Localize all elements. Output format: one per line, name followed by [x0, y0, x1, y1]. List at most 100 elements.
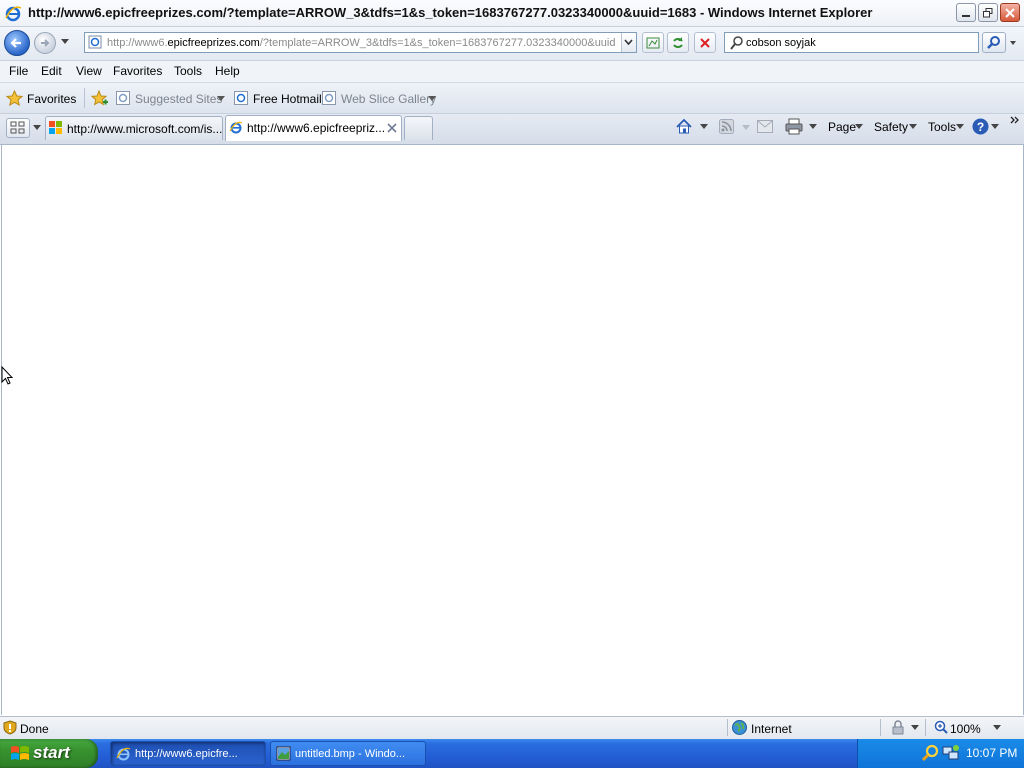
compatibility-view-button[interactable] — [642, 32, 664, 53]
back-button[interactable] — [4, 30, 30, 56]
chevron-down-icon[interactable] — [909, 124, 917, 130]
address-url[interactable]: http://www6.epicfreeprizes.com/?template… — [107, 37, 619, 49]
compatibility-icon — [646, 37, 660, 48]
add-to-favorites-icon[interactable] — [91, 90, 109, 107]
print-dropdown-icon[interactable] — [809, 124, 817, 130]
refresh-button[interactable] — [667, 32, 689, 53]
chevron-down-icon[interactable] — [855, 124, 863, 130]
help-icon[interactable]: ? — [972, 118, 989, 135]
zoom-level[interactable]: 100% — [950, 722, 981, 736]
minimize-button[interactable] — [956, 3, 976, 22]
url-rest: /?template=ARROW_3&tdfs=1&s_token=168376… — [259, 37, 616, 49]
taskbar-button-paint[interactable]: untitled.bmp - Windo... — [270, 741, 426, 766]
read-mail-icon[interactable] — [757, 120, 773, 133]
hotmail-icon — [234, 91, 248, 105]
stop-x-icon — [700, 37, 710, 48]
back-arrow-icon — [10, 38, 21, 48]
search-button[interactable] — [982, 32, 1006, 53]
start-label: start — [33, 743, 70, 762]
mouse-cursor-icon — [1, 366, 14, 385]
page-menu[interactable]: Page — [828, 120, 856, 134]
favorites-item-suggested-sites[interactable]: Suggested Sites — [135, 92, 222, 106]
ie-logo-icon — [5, 6, 22, 22]
status-text: Done — [20, 722, 49, 736]
ie-page-icon — [229, 121, 243, 134]
url-domain: epicfreeprizes.com — [167, 37, 260, 49]
menu-edit[interactable]: Edit — [41, 64, 62, 78]
favorites-divider — [84, 88, 85, 108]
feeds-icon[interactable] — [719, 119, 734, 134]
status-divider — [727, 719, 728, 736]
chevron-down-icon[interactable] — [956, 124, 964, 130]
menu-file[interactable]: File — [9, 64, 28, 78]
zoom-icon — [934, 720, 948, 734]
search-provider-icon — [730, 36, 743, 50]
taskbar-clock: 10:07 PM — [966, 746, 1018, 760]
status-bar — [0, 716, 1024, 740]
chevron-down-icon — [624, 39, 633, 46]
page-icon — [88, 35, 102, 49]
menu-help[interactable]: Help — [215, 64, 240, 78]
svg-text:?: ? — [977, 120, 984, 134]
windows-flag-icon — [11, 746, 29, 760]
magnifier-icon — [987, 36, 1000, 49]
page-content[interactable] — [1, 145, 1024, 715]
paint-icon — [276, 746, 291, 761]
search-query[interactable]: cobson soyjak — [746, 37, 816, 49]
quick-tabs-button[interactable] — [6, 118, 30, 138]
windows-logo-icon — [49, 121, 62, 134]
tab-epicfreeprizes[interactable]: http://www6.epicfreepriz... — [225, 115, 402, 141]
close-icon — [1005, 7, 1015, 18]
chevron-right-icon[interactable] — [1010, 115, 1020, 125]
close-button[interactable] — [1000, 3, 1020, 22]
tab-label: http://www6.epicfreepriz... — [247, 121, 386, 135]
tab-microsoft[interactable]: http://www.microsoft.com/is... — [45, 116, 223, 140]
chevron-down-icon[interactable] — [217, 96, 225, 102]
refresh-icon — [673, 36, 683, 48]
recent-pages-dropdown-icon[interactable] — [60, 38, 70, 46]
favorites-item-web-slice-gallery[interactable]: Web Slice Gallery — [341, 92, 436, 106]
restore-icon — [983, 7, 993, 17]
help-dropdown-icon[interactable] — [991, 124, 999, 130]
security-shield-icon — [3, 720, 17, 735]
new-tab-button[interactable] — [404, 116, 433, 140]
web-slice-icon — [322, 91, 336, 105]
taskbar-button-label: untitled.bmp - Windo... — [295, 748, 406, 760]
protected-mode-icon[interactable] — [890, 720, 908, 735]
security-zone[interactable]: Internet — [751, 722, 792, 736]
home-icon[interactable] — [675, 118, 693, 135]
minimize-icon — [962, 14, 970, 17]
url-prefix: http://www6. — [107, 37, 168, 49]
favorites-item-free-hotmail[interactable]: Free Hotmail — [253, 92, 322, 106]
print-icon[interactable] — [785, 118, 803, 135]
favorites-star-icon — [6, 90, 23, 107]
forward-button[interactable] — [34, 32, 56, 54]
search-options-dropdown-icon[interactable] — [1007, 32, 1019, 53]
taskbar-button-label: http://www6.epicfre... — [135, 748, 238, 760]
address-dropdown-button[interactable] — [621, 33, 636, 52]
menu-tools[interactable]: Tools — [174, 64, 202, 78]
window-title: http://www6.epicfreeprizes.com/?template… — [28, 5, 873, 20]
restore-button[interactable] — [978, 3, 998, 22]
tab-list-dropdown-icon[interactable] — [33, 125, 41, 131]
tools-menu[interactable]: Tools — [928, 120, 956, 134]
zoom-dropdown-icon[interactable] — [993, 725, 1001, 731]
stop-button[interactable] — [694, 32, 716, 53]
status-divider — [925, 719, 926, 736]
search-tray-icon[interactable] — [922, 744, 940, 762]
favorites-button[interactable]: Favorites — [27, 92, 76, 106]
close-tab-icon[interactable] — [387, 123, 397, 133]
network-tray-icon[interactable] — [942, 744, 960, 762]
quick-tabs-icon — [10, 121, 25, 134]
chevron-down-icon[interactable] — [911, 725, 919, 731]
taskbar-button-ie[interactable]: http://www6.epicfre... — [110, 741, 266, 766]
feeds-dropdown-icon[interactable] — [742, 125, 750, 131]
home-dropdown-icon[interactable] — [700, 124, 708, 130]
safety-menu[interactable]: Safety — [874, 120, 908, 134]
forward-arrow-icon — [41, 39, 50, 47]
tab-label: http://www.microsoft.com/is... — [67, 122, 223, 136]
menu-view[interactable]: View — [76, 64, 102, 78]
internet-globe-icon — [732, 720, 747, 735]
menu-favorites[interactable]: Favorites — [113, 64, 162, 78]
chevron-down-icon[interactable] — [428, 96, 436, 102]
